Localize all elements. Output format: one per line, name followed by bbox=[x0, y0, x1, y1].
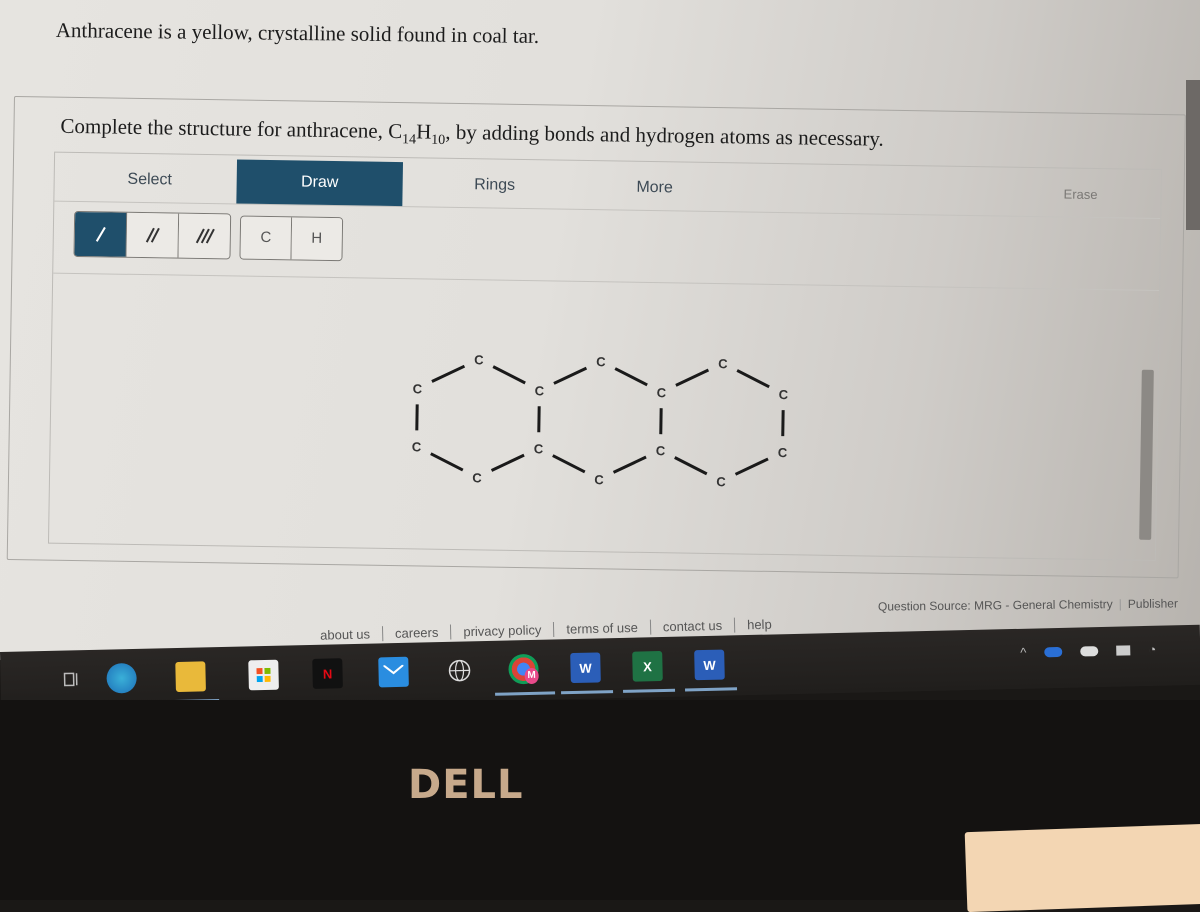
task-view-glyph bbox=[61, 669, 81, 689]
single-bond-icon bbox=[90, 224, 110, 244]
footer-link-privacy-policy[interactable]: privacy policy bbox=[451, 622, 554, 640]
task-view-icon[interactable] bbox=[56, 664, 87, 695]
laptop-screen: Anthracene is a yellow, crystalline soli… bbox=[0, 0, 1200, 660]
page-scrollbar[interactable] bbox=[1186, 80, 1200, 230]
edge-icon[interactable] bbox=[106, 663, 137, 694]
tab-draw[interactable]: Draw bbox=[236, 160, 403, 207]
footer-link-terms-of-use[interactable]: terms of use bbox=[554, 620, 651, 637]
canvas-scrollbar[interactable] bbox=[1139, 370, 1154, 540]
question-prompt: Complete the structure for anthracene, C… bbox=[60, 114, 884, 156]
file-explorer-icon[interactable] bbox=[175, 661, 206, 692]
erase-button[interactable]: Erase bbox=[1040, 172, 1121, 217]
double-bond-button[interactable] bbox=[126, 213, 179, 258]
single-bond-button[interactable] bbox=[74, 212, 127, 257]
carbon-subscript: 14 bbox=[402, 132, 416, 147]
carbon-atom-7[interactable]: C bbox=[594, 472, 604, 487]
dell-logo: DELL bbox=[408, 762, 524, 808]
question-intro: Anthracene is a yellow, crystalline soli… bbox=[56, 18, 540, 49]
single-bond-15[interactable] bbox=[736, 458, 769, 474]
chrome-active-indicator bbox=[495, 691, 555, 695]
word-2-active-indicator bbox=[685, 687, 737, 691]
globe-glyph bbox=[447, 658, 472, 683]
carbon-atom-button[interactable]: C bbox=[240, 217, 292, 260]
store-glyph bbox=[256, 668, 270, 682]
carbon-atom-10[interactable]: C bbox=[718, 356, 728, 371]
carbon-atom-12[interactable]: C bbox=[779, 387, 789, 402]
tab-select[interactable]: Select bbox=[94, 157, 205, 203]
envelope-glyph bbox=[383, 665, 403, 679]
hydrogen-atom-button[interactable]: H bbox=[291, 217, 342, 260]
question-panel: Complete the structure for anthracene, C… bbox=[7, 96, 1186, 578]
source-separator: | bbox=[1119, 597, 1122, 611]
carbon-atom-5[interactable]: C bbox=[534, 441, 544, 456]
structure-editor: Select Draw Rings More Erase bbox=[48, 152, 1162, 561]
battery-icon[interactable] bbox=[1116, 645, 1130, 655]
single-bond-10[interactable] bbox=[614, 457, 647, 473]
word-active-indicator bbox=[561, 690, 613, 694]
footer-link-help[interactable]: help bbox=[735, 616, 784, 632]
single-bond-9[interactable] bbox=[553, 456, 586, 472]
publisher-link[interactable]: Publisher bbox=[1128, 596, 1178, 611]
single-bond-2[interactable] bbox=[493, 367, 526, 383]
netflix-icon[interactable]: N bbox=[312, 658, 343, 689]
microsoft-store-icon[interactable] bbox=[248, 660, 279, 691]
carbon-atom-2[interactable]: C bbox=[474, 352, 484, 367]
tab-rings[interactable]: Rings bbox=[439, 163, 550, 209]
carbon-atom-4[interactable]: C bbox=[535, 383, 545, 398]
single-bond-7[interactable] bbox=[615, 369, 648, 385]
carbon-atom-0[interactable]: C bbox=[413, 381, 423, 396]
atom-tool-group: C H bbox=[239, 216, 343, 262]
wifi-icon[interactable]: ◔ bbox=[1148, 642, 1156, 657]
single-bond-11[interactable] bbox=[676, 369, 709, 385]
mail-icon[interactable] bbox=[378, 657, 409, 688]
globe-icon[interactable] bbox=[444, 655, 475, 686]
carbon-atom-13[interactable]: C bbox=[778, 445, 788, 460]
single-bond-4[interactable] bbox=[431, 454, 464, 470]
carbon-atom-11[interactable]: C bbox=[716, 474, 726, 489]
carbon-atom-8[interactable]: C bbox=[657, 385, 667, 400]
cloud-icon[interactable] bbox=[1080, 646, 1098, 656]
bond-tool-group bbox=[73, 211, 231, 259]
carbon-atom-9[interactable]: C bbox=[656, 443, 666, 458]
system-tray: ^ ◔ bbox=[1020, 642, 1156, 660]
hydrogen-subscript: 10 bbox=[431, 133, 445, 148]
footer-link-about-us[interactable]: about us bbox=[308, 626, 383, 643]
onedrive-icon[interactable] bbox=[1044, 646, 1062, 656]
single-bond-14[interactable] bbox=[675, 457, 708, 473]
prompt-text-end: , by adding bonds and hydrogen atoms as … bbox=[445, 120, 884, 151]
chrome-profile-badge: M bbox=[525, 668, 539, 684]
anthracene-skeleton[interactable]: C C C C C C C C C C C C C C bbox=[392, 338, 815, 515]
question-source-text: Question Source: MRG - General Chemistry bbox=[878, 597, 1113, 613]
question-source: Question Source: MRG - General Chemistry… bbox=[878, 596, 1178, 613]
prompt-text: Complete the structure for anthracene, C bbox=[60, 114, 402, 143]
single-bond-5[interactable] bbox=[492, 455, 525, 471]
single-bond-6[interactable] bbox=[554, 368, 587, 384]
chrome-icon[interactable]: M bbox=[508, 654, 539, 685]
carbon-atom-1[interactable]: C bbox=[412, 439, 422, 454]
footer-link-contact-us[interactable]: contact us bbox=[651, 618, 736, 635]
drawing-canvas[interactable]: C C C C C C C C C C C C C C bbox=[49, 273, 1159, 560]
single-bond-1[interactable] bbox=[432, 366, 465, 382]
single-bond-12[interactable] bbox=[737, 370, 770, 386]
show-hidden-icons-chevron-icon[interactable]: ^ bbox=[1020, 645, 1026, 660]
word-icon-2[interactable]: W bbox=[694, 650, 725, 681]
word-icon[interactable]: W bbox=[570, 652, 601, 683]
carbon-atom-3[interactable]: C bbox=[472, 470, 482, 485]
triple-bond-button[interactable] bbox=[178, 214, 230, 259]
carbon-atom-6[interactable]: C bbox=[596, 354, 606, 369]
double-bond-icon bbox=[142, 225, 162, 245]
triple-bond-icon bbox=[193, 226, 215, 246]
tab-more[interactable]: More bbox=[599, 165, 710, 211]
hydrogen-symbol: H bbox=[416, 119, 432, 143]
excel-icon[interactable]: X bbox=[632, 651, 663, 682]
footer-link-careers[interactable]: careers bbox=[383, 625, 452, 642]
sticky-note bbox=[965, 824, 1200, 912]
excel-active-indicator bbox=[623, 689, 675, 693]
